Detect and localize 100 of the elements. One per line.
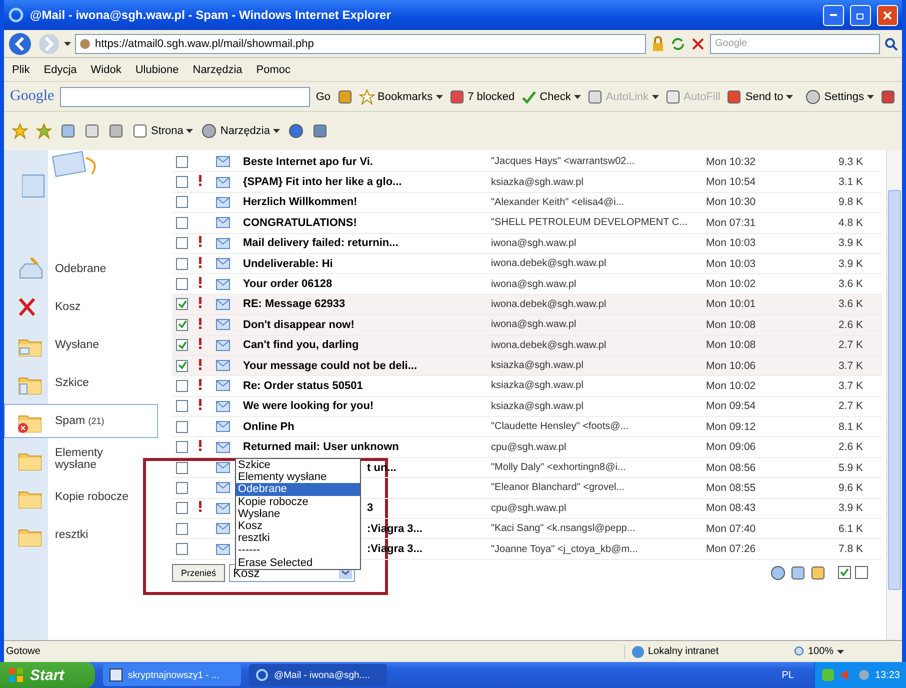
folder-item[interactable]: resztki — [4, 518, 158, 552]
menu-item[interactable]: Pomoc — [256, 64, 291, 76]
menu-item[interactable]: Narzędzia — [192, 64, 242, 76]
checkbox[interactable] — [176, 462, 188, 474]
command-button[interactable]: Strona — [132, 123, 194, 139]
checkbox[interactable] — [176, 360, 188, 372]
checkbox[interactable] — [176, 176, 188, 188]
folder-item[interactable]: Spam (21) — [4, 404, 158, 438]
message-subject[interactable]: We were looking for you! — [236, 400, 491, 412]
toolbar-search-field[interactable] — [60, 86, 310, 106]
dropdown-option[interactable]: Odebrane — [236, 483, 360, 496]
refresh-icon[interactable] — [670, 36, 686, 52]
restore-button[interactable] — [850, 4, 871, 26]
toolbar-button[interactable]: 7 blocked — [448, 88, 515, 104]
checkbox[interactable] — [176, 196, 188, 208]
message-subject[interactable]: Your message could not be deli... — [236, 360, 491, 372]
menu-item[interactable]: Plik — [12, 64, 30, 76]
message-sender: cpu@sgh.waw.pl — [491, 442, 568, 453]
message-subject[interactable]: Herzlich Willkommen! — [236, 196, 491, 208]
checkbox[interactable] — [176, 502, 188, 514]
zoom-control[interactable]: 100% — [794, 646, 844, 657]
toolbar-button[interactable]: Send to — [726, 88, 794, 104]
checkbox[interactable] — [176, 420, 188, 433]
checkbox[interactable] — [176, 543, 188, 556]
star-icon[interactable] — [358, 88, 375, 104]
taskbar-button[interactable]: skryptnajnowszy1 - ... — [103, 664, 241, 686]
message-subject[interactable]: Online Ph — [236, 420, 491, 433]
settings-button[interactable]: Settings — [805, 88, 874, 104]
message-subject[interactable]: {SPAM} Fit into her like a glo... — [236, 176, 491, 188]
folder-item[interactable]: Kosz — [4, 290, 158, 324]
star-icon[interactable] — [12, 123, 28, 139]
message-size: 2.6 K — [837, 441, 863, 454]
select-all-icon[interactable] — [838, 566, 851, 580]
checkbox[interactable] — [176, 441, 188, 454]
taskbar-button[interactable]: @Mail - iwona@sgh.... — [249, 664, 387, 686]
checkbox[interactable] — [176, 522, 188, 535]
stop-icon[interactable] — [690, 36, 706, 52]
message-date: Mon 08:55 — [706, 482, 757, 494]
message-subject[interactable]: Beste Internet apo fur Vi. — [236, 156, 491, 168]
checkbox[interactable] — [176, 298, 188, 310]
message-date: Mon 10:08 — [706, 339, 757, 352]
checkbox[interactable] — [176, 482, 188, 494]
message-size: 2.7 K — [837, 400, 863, 412]
message-sender: iwona@sgh.waw.pl — [491, 238, 578, 249]
message-date: Mon 10:03 — [706, 237, 757, 250]
move-button[interactable]: Przenieś — [172, 564, 226, 582]
caret-icon — [786, 94, 794, 98]
message-size: 6.1 K — [837, 522, 863, 535]
scrollbar[interactable] — [886, 150, 902, 640]
search-icon[interactable] — [884, 36, 898, 50]
message-subject[interactable]: Mail delivery failed: returnin... — [236, 237, 491, 250]
search-field[interactable]: Google — [710, 34, 880, 54]
message-size: 3.7 K — [837, 380, 863, 392]
message-subject[interactable]: Re: Order status 50501 — [236, 380, 491, 392]
envelope-icon — [216, 380, 230, 392]
message-date: Mon 10:32 — [706, 156, 757, 168]
folder-item[interactable]: Szkice — [4, 366, 158, 400]
envelope-icon — [216, 238, 230, 249]
spellcheck-icon — [520, 88, 537, 104]
checkbox[interactable] — [176, 278, 188, 290]
checkbox[interactable] — [176, 156, 188, 168]
folder-item[interactable]: Elementy wysłane — [4, 442, 158, 476]
message-sender: "Jacques Hays" <warrantsw02... — [491, 156, 636, 168]
toolbar-button[interactable]: Check — [520, 88, 581, 104]
go-button[interactable]: Go — [316, 90, 331, 102]
select-none-icon[interactable] — [855, 566, 868, 580]
checkbox[interactable] — [176, 216, 188, 229]
checkbox[interactable] — [176, 258, 188, 270]
folder-item[interactable]: Kopie robocze — [4, 480, 158, 514]
menu-item[interactable]: Ulubione — [135, 64, 179, 76]
checkbox[interactable] — [176, 400, 188, 412]
checkbox[interactable] — [176, 237, 188, 250]
message-sender: ksiazka@sgh.waw.pl — [491, 360, 584, 372]
message-size: 8.1 K — [837, 420, 863, 433]
message-subject[interactable]: Undeliverable: Hi — [236, 258, 491, 270]
back-button[interactable] — [8, 32, 34, 56]
language-indicator[interactable]: PL — [782, 670, 794, 680]
checkbox[interactable] — [176, 339, 188, 352]
checkbox[interactable] — [176, 318, 188, 331]
folder-item[interactable]: Wysłane — [4, 328, 158, 362]
message-subject[interactable]: Returned mail: User unknown — [236, 441, 491, 454]
add-favorite-icon[interactable] — [36, 123, 52, 139]
envelope-icon — [216, 482, 230, 494]
message-sender: "Joanne Toya" <j_ctoya_kb@m... — [491, 544, 639, 555]
message-subject[interactable]: Can't find you, darling — [236, 339, 491, 352]
message-subject[interactable]: Your order 06128 — [236, 278, 491, 290]
checkbox[interactable] — [176, 380, 188, 392]
address-field[interactable]: https://atmail0.sgh.waw.pl/mail/showmail.php — [75, 34, 646, 54]
message-subject[interactable]: Don't disappear now! — [236, 318, 491, 331]
message-subject[interactable]: CONGRATULATIONS! — [236, 216, 491, 229]
minimize-button[interactable] — [823, 4, 844, 26]
menu-item[interactable]: Edycja — [44, 64, 77, 76]
command-button[interactable]: Narzędzia — [201, 123, 280, 139]
message-subject[interactable]: RE: Message 62933 — [236, 298, 491, 310]
close-button[interactable] — [877, 4, 898, 26]
folder-item[interactable]: Odebrane — [4, 252, 158, 286]
toolbar-button[interactable]: Bookmarks — [358, 88, 443, 104]
message-size: 3.9 K — [837, 502, 863, 514]
menu-item[interactable]: Widok — [90, 64, 122, 76]
message-size: 9.6 K — [837, 482, 863, 494]
